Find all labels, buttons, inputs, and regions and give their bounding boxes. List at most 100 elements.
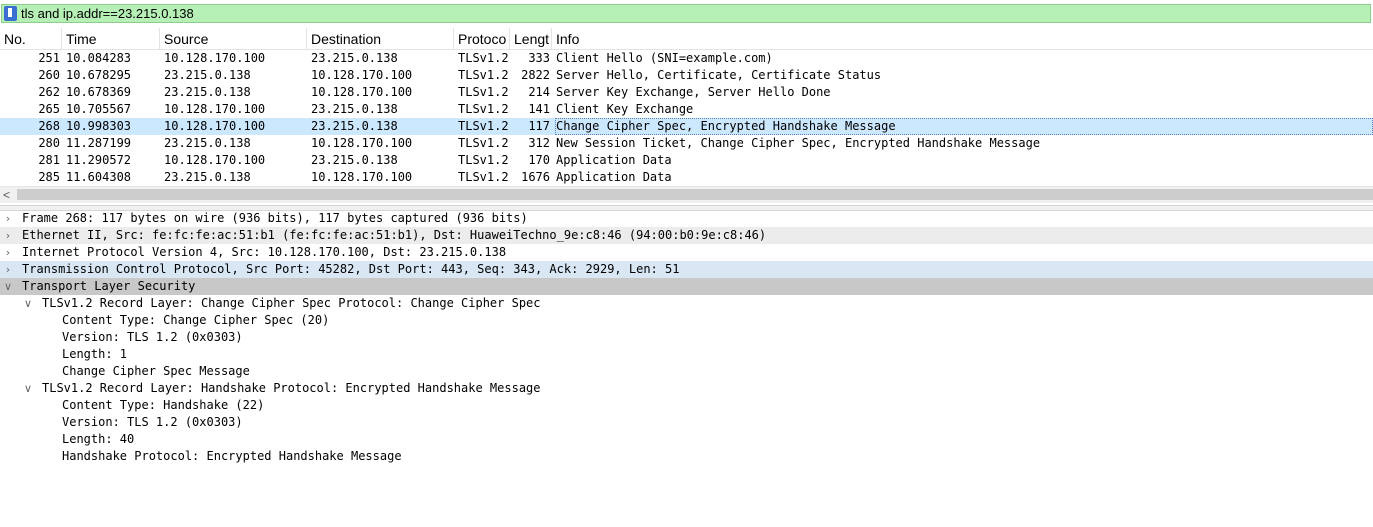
packet-protocol: TLSv1.2 (458, 119, 509, 133)
packet-destination: 10.128.170.100 (311, 170, 413, 184)
packet-source: 10.128.170.100 (164, 119, 266, 133)
column-header-time-label: Time (66, 31, 97, 47)
detail-tree-label: Ethernet II, Src: fe:fc:fe:ac:51:b1 (fe:… (22, 228, 767, 242)
display-filter-toolbar (0, 0, 1373, 27)
column-header-source[interactable]: Source (160, 28, 307, 49)
packet-no: 280 (38, 136, 60, 150)
packet-row[interactable]: 262 10.678369 23.215.0.138 10.128.170.100 TL… (0, 84, 1373, 101)
detail-tree-label: Content Type: Change Cipher Spec (20) (62, 313, 330, 327)
packet-row[interactable]: 280 11.287199 23.215.0.138 10.128.170.100 TL… (0, 135, 1373, 152)
packet-info: Server Hello, Certificate, Certificate S… (556, 68, 882, 82)
packet-length: 214 (528, 85, 550, 99)
detail-tree-label: Internet Protocol Version 4, Src: 10.128… (22, 245, 507, 259)
packet-protocol: TLSv1.2 (458, 68, 509, 82)
detail-tree-item[interactable]: ∨ TLSv1.2 Record Layer: Change Cipher Spe… (0, 295, 1373, 312)
packet-time: 10.998303 (66, 119, 132, 133)
collapsed-chevron-icon[interactable]: › (2, 244, 14, 261)
collapsed-chevron-icon[interactable]: › (2, 227, 14, 244)
packet-source: 23.215.0.138 (164, 85, 251, 99)
packet-info: Change Cipher Spec, Encrypted Handshake … (555, 118, 1373, 135)
detail-tree-label: TLSv1.2 Record Layer: Handshake Protocol… (42, 381, 541, 395)
detail-tree-label: Content Type: Handshake (22) (62, 398, 265, 412)
packet-destination: 10.128.170.100 (311, 68, 413, 82)
detail-tree-item[interactable]: › Internet Protocol Version 4, Src: 10.12… (0, 244, 1373, 261)
detail-tree-item[interactable]: Length: 40 (0, 431, 1373, 448)
packet-destination: 10.128.170.100 (311, 136, 413, 150)
packet-info: Client Key Exchange (556, 102, 694, 116)
detail-tree-item[interactable]: › Transmission Control Protocol, Src Port… (0, 261, 1373, 278)
detail-tree-item[interactable]: Handshake Protocol: Encrypted Handshake … (0, 448, 1373, 465)
expanded-chevron-icon[interactable]: ∨ (22, 380, 34, 397)
packet-no: 268 (38, 119, 60, 133)
column-header-length[interactable]: Lengt (510, 28, 552, 49)
detail-tree-item[interactable]: Content Type: Change Cipher Spec (20) (0, 312, 1373, 329)
detail-tree-item[interactable]: › Ethernet II, Src: fe:fc:fe:ac:51:b1 (fe… (0, 227, 1373, 244)
detail-tree-label: Version: TLS 1.2 (0x0303) (62, 330, 243, 344)
packet-info: New Session Ticket, Change Cipher Spec, … (556, 136, 1041, 150)
column-header-protocol[interactable]: Protoco (454, 28, 510, 49)
packet-list-hscrollbar[interactable]: < (0, 186, 1373, 203)
packet-length: 312 (528, 136, 550, 150)
column-header-no[interactable]: No. (0, 28, 62, 49)
packet-info: Application Data (556, 170, 672, 184)
detail-tree-item[interactable]: › Frame 268: 117 bytes on wire (936 bits)… (0, 210, 1373, 227)
display-filter-field[interactable] (1, 4, 1371, 23)
collapsed-chevron-icon[interactable]: › (2, 261, 14, 278)
detail-tree-item[interactable]: Content Type: Handshake (22) (0, 397, 1373, 414)
packet-protocol: TLSv1.2 (458, 102, 509, 116)
packet-no: 262 (38, 85, 60, 99)
detail-tree-item[interactable]: Version: TLS 1.2 (0x0303) (0, 414, 1373, 431)
packet-no: 260 (38, 68, 60, 82)
packet-destination: 23.215.0.138 (311, 102, 398, 116)
packet-row[interactable]: 251 10.084283 10.128.170.100 23.215.0.138 TL… (0, 50, 1373, 67)
detail-tree-label: Length: 40 (62, 432, 135, 446)
packet-source: 10.128.170.100 (164, 51, 266, 65)
packet-length: 141 (528, 102, 550, 116)
packet-no: 265 (38, 102, 60, 116)
packet-length: 117 (528, 119, 550, 133)
detail-tree-label: Version: TLS 1.2 (0x0303) (62, 415, 243, 429)
packet-info: Server Key Exchange, Server Hello Done (556, 85, 831, 99)
packet-row[interactable]: 265 10.705567 10.128.170.100 23.215.0.138 TL… (0, 101, 1373, 118)
detail-tree-label: Transport Layer Security (22, 279, 196, 293)
packet-length: 333 (528, 51, 550, 65)
detail-tree-label: Frame 268: 117 bytes on wire (936 bits),… (22, 211, 528, 225)
packet-source: 10.128.170.100 (164, 153, 266, 167)
packet-no: 251 (38, 51, 60, 65)
packet-time: 10.084283 (66, 51, 132, 65)
packet-row[interactable]: 260 10.678295 23.215.0.138 10.128.170.100 TL… (0, 67, 1373, 84)
collapsed-chevron-icon[interactable]: › (2, 210, 14, 227)
packet-list: 251 10.084283 10.128.170.100 23.215.0.138 TL… (0, 50, 1373, 186)
display-filter-input[interactable] (21, 5, 1351, 22)
detail-tree-item[interactable]: Change Cipher Spec Message (0, 363, 1373, 380)
detail-tree-label: Transmission Control Protocol, Src Port:… (22, 262, 680, 276)
expanded-chevron-icon[interactable]: ∨ (2, 278, 14, 295)
packet-protocol: TLSv1.2 (458, 153, 509, 167)
packet-row[interactable]: 281 11.290572 10.128.170.100 23.215.0.138 TL… (0, 152, 1373, 169)
packet-row[interactable]: 268 10.998303 10.128.170.100 23.215.0.138 TL… (0, 118, 1373, 135)
packet-time: 10.678295 (66, 68, 132, 82)
scroll-left-icon[interactable]: < (3, 187, 10, 203)
packet-info: Client Hello (SNI=example.com) (556, 51, 773, 65)
packet-details-tree: › Frame 268: 117 bytes on wire (936 bits)… (0, 210, 1373, 527)
detail-tree-item[interactable]: Length: 1 (0, 346, 1373, 363)
packet-destination: 23.215.0.138 (311, 153, 398, 167)
packet-no: 281 (38, 153, 60, 167)
detail-tree-label: Handshake Protocol: Encrypted Handshake … (62, 449, 402, 463)
packet-protocol: TLSv1.2 (458, 51, 509, 65)
scrollbar-thumb[interactable] (17, 189, 1373, 200)
packet-source: 10.128.170.100 (164, 102, 266, 116)
detail-tree-item[interactable]: ∨ TLSv1.2 Record Layer: Handshake Protoco… (0, 380, 1373, 397)
column-header-time[interactable]: Time ^ (62, 28, 160, 49)
bookmark-icon[interactable] (4, 6, 17, 21)
column-header-destination[interactable]: Destination (307, 28, 454, 49)
packet-length: 2822 (521, 68, 550, 82)
packet-no: 285 (38, 170, 60, 184)
packet-row[interactable]: 285 11.604308 23.215.0.138 10.128.170.100 TL… (0, 169, 1373, 186)
packet-protocol: TLSv1.2 (458, 136, 509, 150)
detail-tree-item[interactable]: ∨ Transport Layer Security (0, 278, 1373, 295)
packet-length: 170 (528, 153, 550, 167)
expanded-chevron-icon[interactable]: ∨ (22, 295, 34, 312)
detail-tree-item[interactable]: Version: TLS 1.2 (0x0303) (0, 329, 1373, 346)
column-header-info[interactable]: Info (552, 28, 1373, 49)
